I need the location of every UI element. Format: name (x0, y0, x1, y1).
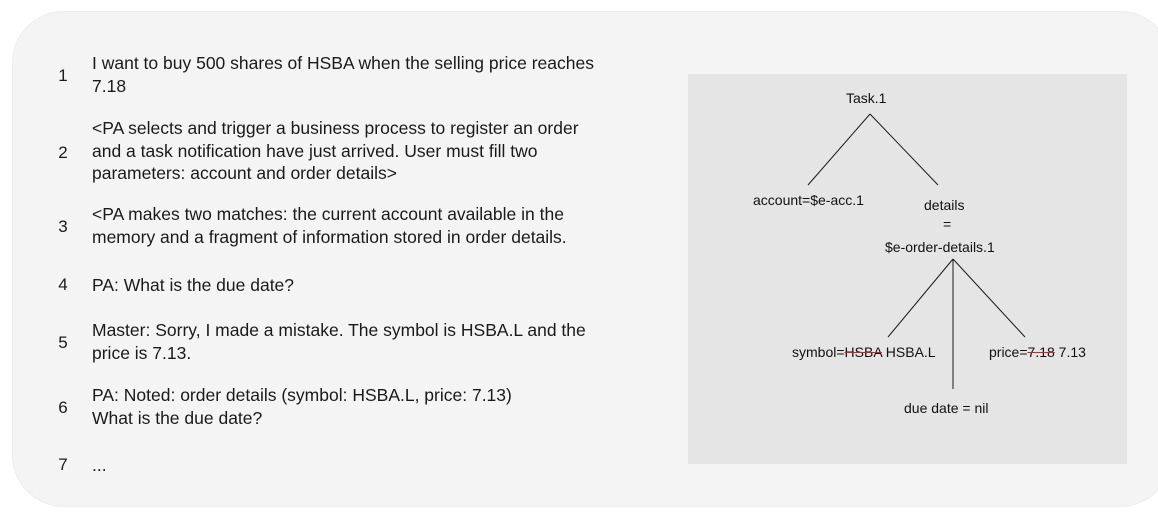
turn-text: <PA makes two matches: the current accou… (92, 203, 662, 248)
price-prefix: price= (989, 344, 1028, 360)
tree-node-price: price=7.18 7.13 (989, 343, 1086, 361)
turn-text: ... (92, 454, 662, 477)
tree-node-account: account=$e-acc.1 (753, 192, 864, 208)
symbol-prefix: symbol= (792, 344, 845, 360)
turn-text: PA: What is the due date? (92, 274, 662, 297)
price-old-value: 7.18 (1027, 344, 1055, 360)
edge-details-symbol (887, 258, 954, 338)
price-new-value: 7.13 (1054, 344, 1086, 360)
symbol-old-value: HSBA (844, 344, 882, 360)
tree-node-details-equals: = (943, 216, 952, 232)
turn-number: 7 (58, 455, 68, 474)
turn-line: Master: Sorry, I made a mistake. The sym… (92, 320, 586, 340)
dialogue-list: 1 I want to buy 500 shares of HSBA when … (0, 0, 680, 513)
turn-number: 5 (58, 333, 68, 352)
turn-line: What is the due date? (92, 407, 263, 428)
edge-details-price (952, 258, 1026, 338)
turn-line: and a task notification have just arrive… (92, 140, 538, 161)
turn-text: PA: Noted: order details (symbol: HSBA.L… (92, 384, 662, 429)
tree-node-details-label: details (924, 197, 965, 213)
symbol-new-value: HSBA.L (881, 344, 936, 360)
turn-line: price is 7.13. (92, 342, 192, 363)
turn-number: 4 (58, 275, 68, 294)
turn-line: I want to buy 500 shares of HSBA when th… (92, 53, 594, 73)
turn-text: <PA selects and trigger a business proce… (92, 117, 662, 185)
turn-line: PA: Noted: order details (symbol: HSBA.L… (92, 385, 512, 405)
tree-node-due-date: due date = nil (904, 400, 989, 416)
task-tree-panel: Task.1 account=$e-acc.1 details = $e-ord… (688, 74, 1127, 464)
turn-number: 6 (58, 398, 68, 417)
edge-root-details (869, 113, 939, 186)
turn-line: ... (92, 455, 107, 475)
turn-line: PA: What is the due date? (92, 275, 295, 295)
turn-line: <PA selects and trigger a business proce… (92, 118, 579, 138)
turn-line: memory and a fragment of information sto… (92, 226, 567, 247)
turn-number: 3 (58, 217, 68, 236)
tree-node-order-details: $e-order-details.1 (885, 239, 995, 255)
turn-line: <PA makes two matches: the current accou… (92, 204, 564, 224)
tree-node-symbol: symbol=HSBA HSBA.L (792, 343, 936, 361)
tree-node-root: Task.1 (846, 90, 887, 106)
turn-number: 1 (58, 66, 68, 85)
turn-number: 2 (58, 143, 68, 162)
edge-root-account (807, 113, 871, 186)
turn-line: parameters: account and order details> (92, 163, 397, 183)
turn-text: Master: Sorry, I made a mistake. The sym… (92, 319, 662, 364)
turn-text: I want to buy 500 shares of HSBA when th… (92, 52, 662, 97)
turn-line: 7.18 (92, 75, 127, 96)
